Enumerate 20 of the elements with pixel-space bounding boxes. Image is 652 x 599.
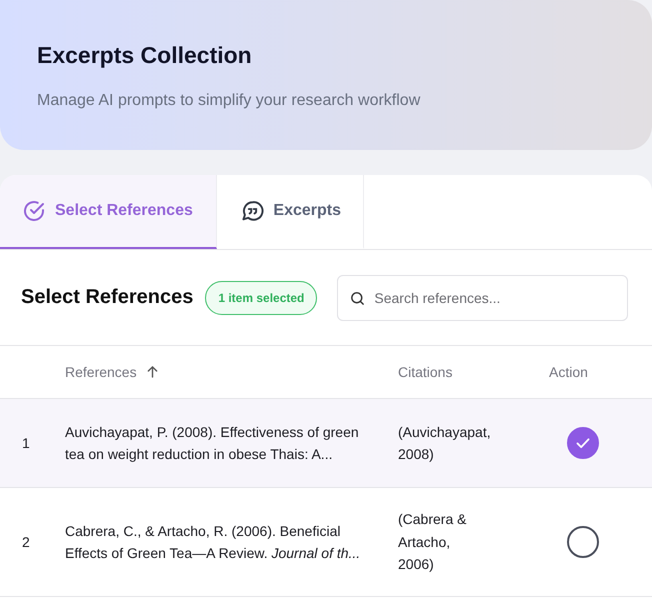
page-subtitle: Manage AI prompts to simplify your research workflow bbox=[37, 92, 422, 110]
row-number: 2 bbox=[22, 534, 30, 550]
column-header[interactable]: Action bbox=[549, 360, 588, 384]
citation-text: (Cabrera & Artacho, 2006) bbox=[398, 510, 468, 574]
search-field[interactable]: Search references... bbox=[337, 274, 628, 320]
page-title: Excerpts Collection bbox=[37, 42, 253, 69]
quote-bubble-icon bbox=[241, 199, 264, 223]
row-number: 1 bbox=[22, 434, 30, 451]
citation-text: (Auvichayapat, 2008) bbox=[398, 422, 492, 464]
check-circle-icon bbox=[22, 199, 46, 223]
reference-text: Cabrera, C., & Artacho, R. (2006). Beneficial Effects of Green Tea—A Review. Journal of th... bbox=[65, 522, 362, 563]
reference-text: Auvichayapat, P. (2008). Effectiveness of green tea on weight reduction in obese Thais: A... bbox=[65, 422, 360, 464]
select-checkbox[interactable] bbox=[566, 526, 598, 558]
selection-count-badge: 1 item selected bbox=[205, 280, 318, 314]
column-header[interactable]: Citations bbox=[398, 360, 498, 384]
column-header[interactable]: References bbox=[65, 360, 158, 384]
sort-arrow-icon[interactable] bbox=[146, 365, 158, 378]
section-title: Select References bbox=[21, 286, 194, 309]
select-checkbox[interactable] bbox=[566, 427, 598, 459]
tab[interactable]: Select References bbox=[0, 175, 217, 249]
